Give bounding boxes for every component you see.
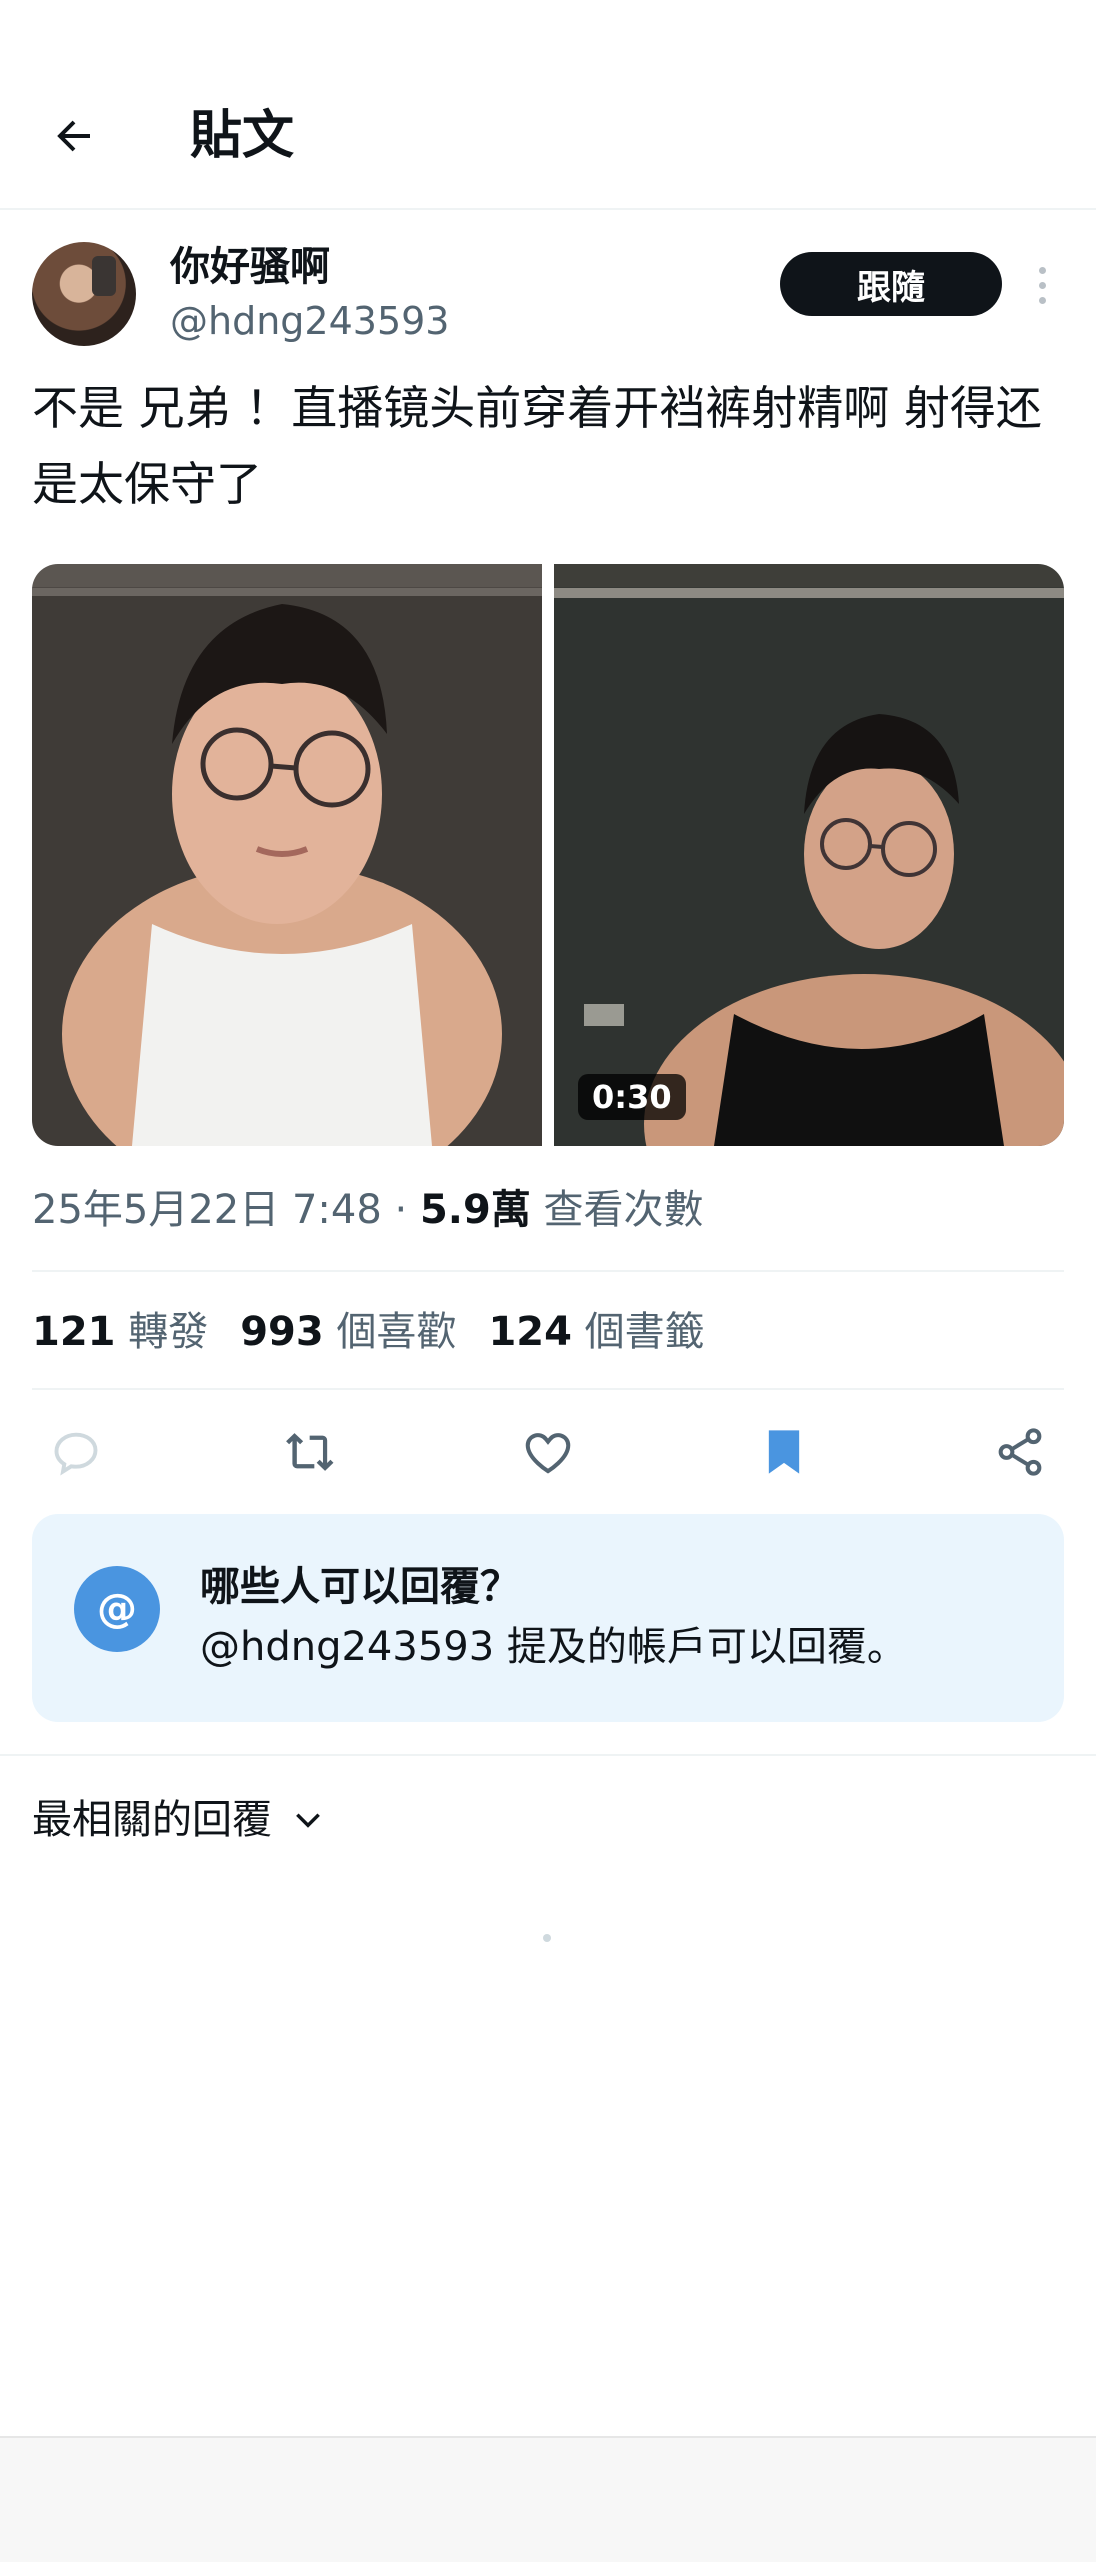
like-button[interactable] bbox=[504, 1416, 592, 1488]
reply-restriction-card: @ 哪些人可以回覆？ @hdng243593 提及的帳戶可以回覆。 bbox=[32, 1514, 1064, 1722]
stat-retweets[interactable]: 121 轉發 bbox=[32, 1302, 208, 1362]
media-grid: 0:30 bbox=[32, 564, 1064, 1146]
photo-person-white-tank bbox=[32, 588, 542, 1146]
reply-icon bbox=[54, 1432, 98, 1476]
divider bbox=[32, 1270, 1064, 1272]
media-video-2[interactable]: 0:30 bbox=[554, 564, 1064, 1146]
more-options-button[interactable] bbox=[1022, 260, 1062, 310]
loading-indicator bbox=[543, 1934, 551, 1942]
back-button[interactable] bbox=[44, 106, 104, 166]
page-title: 貼文 bbox=[190, 106, 295, 166]
mention-icon: @ bbox=[74, 1566, 160, 1652]
bookmark-button[interactable] bbox=[740, 1416, 828, 1488]
tweet-timestamp[interactable]: 25年5月22日 7:48 bbox=[32, 1187, 382, 1233]
video-duration-badge: 0:30 bbox=[578, 1074, 686, 1120]
author-row: 你好骚啊 @hdng243593 跟隨 bbox=[32, 242, 1064, 352]
tweet-meta: 25年5月22日 7:48 · 5.9萬 查看次數 bbox=[32, 1180, 704, 1240]
divider bbox=[0, 1754, 1096, 1756]
back-arrow-icon bbox=[57, 120, 90, 152]
reply-button[interactable] bbox=[32, 1416, 120, 1488]
engagement-stats: 121 轉發 993 個喜歡 124 個書籤 bbox=[32, 1302, 705, 1362]
avatar[interactable] bbox=[32, 242, 136, 346]
views-count: 5.9萬 bbox=[419, 1187, 531, 1233]
tweet-text: 不是 兄弟 ！直播镜头前穿着开裆裤射精啊 射得还是太保守了 bbox=[32, 381, 1042, 511]
meta-separator: · bbox=[381, 1187, 420, 1233]
action-bar bbox=[32, 1416, 1064, 1488]
media-image-1[interactable] bbox=[32, 564, 542, 1146]
views-label: 查看次數 bbox=[530, 1187, 704, 1233]
retweet-button[interactable] bbox=[268, 1416, 356, 1488]
bottom-bar bbox=[0, 2436, 1096, 2562]
replies-sort-dropdown[interactable]: 最相關的回覆 bbox=[32, 1790, 324, 1850]
top-bar: 貼文 bbox=[0, 0, 1096, 210]
stat-likes[interactable]: 993 個喜歡 bbox=[240, 1302, 456, 1362]
bookmark-icon bbox=[768, 1430, 800, 1474]
more-vertical-icon bbox=[1038, 266, 1046, 274]
retweet-icon bbox=[286, 1433, 334, 1471]
share-icon bbox=[998, 1428, 1042, 1476]
author-handle[interactable]: @hdng243593 bbox=[170, 296, 449, 346]
follow-button[interactable]: 跟隨 bbox=[780, 252, 1002, 316]
author-name[interactable]: 你好骚啊 bbox=[170, 242, 330, 292]
share-button[interactable] bbox=[976, 1416, 1064, 1488]
reply-restriction-title: 哪些人可以回覆？ bbox=[200, 1564, 520, 1610]
replies-sort-label: 最相關的回覆 bbox=[32, 1797, 272, 1843]
stat-bookmarks[interactable]: 124 個書籤 bbox=[488, 1302, 704, 1362]
like-icon bbox=[525, 1433, 571, 1474]
video-person-black-tank bbox=[554, 588, 1064, 1146]
chevron-down-icon bbox=[296, 1813, 320, 1828]
divider bbox=[32, 1388, 1064, 1390]
reply-restriction-description: @hdng243593 提及的帳戶可以回覆。 bbox=[200, 1624, 907, 1670]
